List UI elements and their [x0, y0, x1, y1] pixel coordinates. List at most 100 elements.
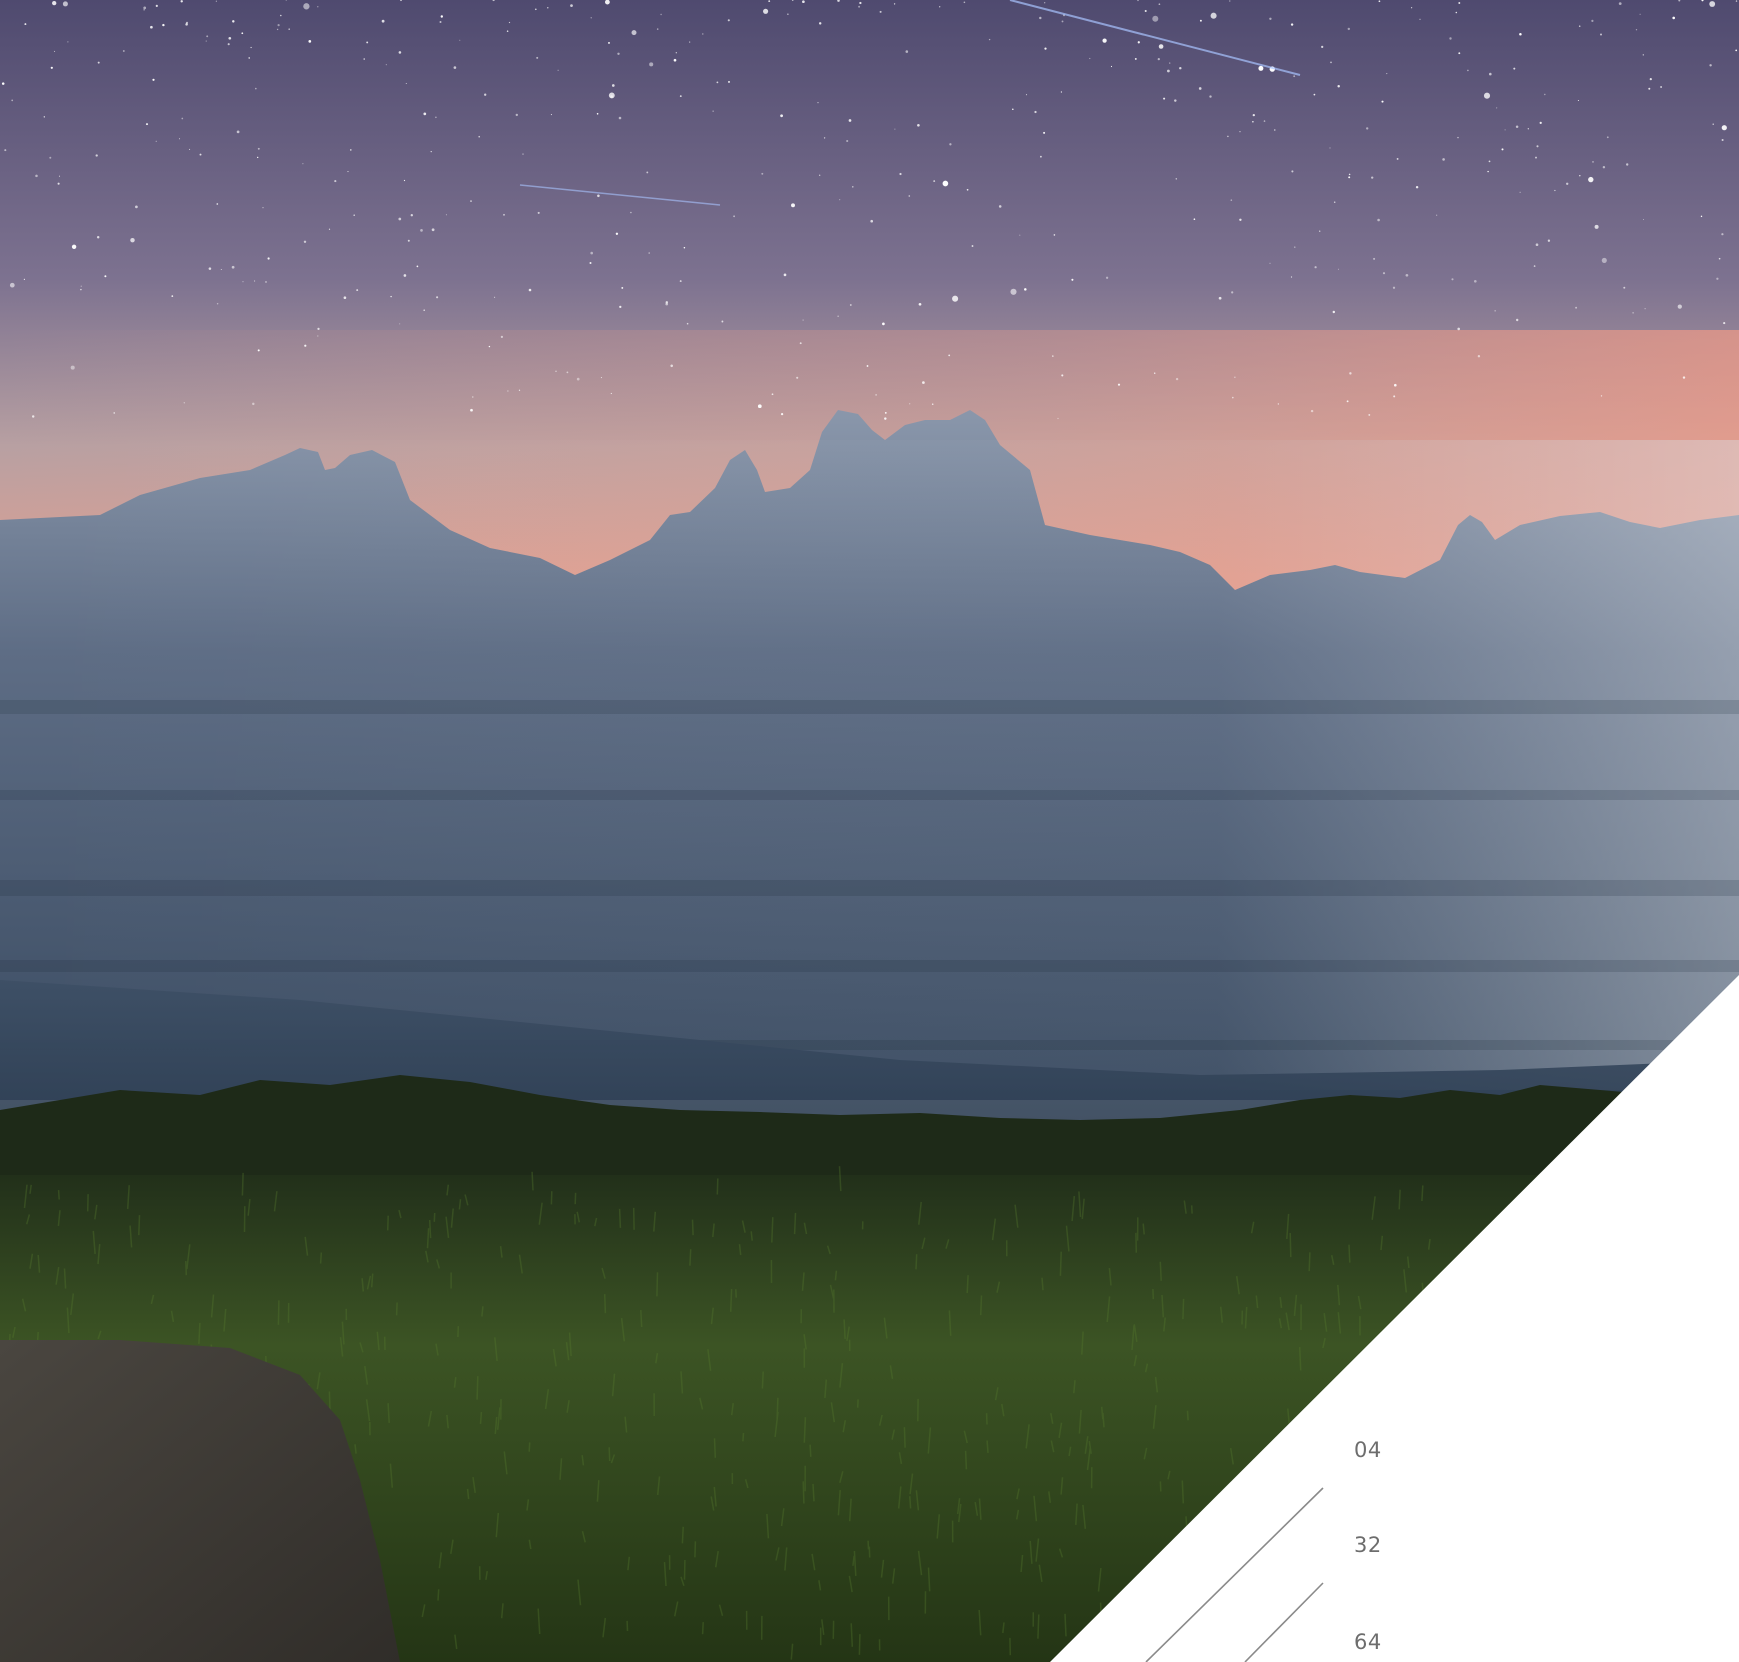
- star: [1455, 11, 1458, 14]
- star: [1010, 288, 1017, 295]
- star: [405, 82, 407, 85]
- star: [431, 228, 435, 232]
- star: [1535, 243, 1539, 247]
- star: [1175, 178, 1178, 180]
- star: [1227, 135, 1229, 138]
- star: [858, 5, 861, 8]
- star: [1504, 129, 1506, 131]
- star: [303, 3, 310, 10]
- star: [440, 15, 443, 18]
- star: [1519, 191, 1521, 193]
- mist-haze: [0, 440, 1739, 1090]
- star: [423, 309, 426, 312]
- grass-blade: [479, 1411, 483, 1424]
- star: [884, 411, 887, 414]
- toc-page-number-2[interactable]: 32: [1354, 1535, 1382, 1556]
- star: [1071, 278, 1074, 281]
- star: [1329, 147, 1331, 149]
- star: [104, 275, 107, 278]
- star: [757, 404, 762, 409]
- toc-page-number-1[interactable]: 04: [1354, 1440, 1382, 1461]
- star: [130, 237, 135, 243]
- star: [1721, 138, 1724, 142]
- star: [783, 273, 787, 277]
- star: [763, 8, 769, 14]
- star: [768, 0, 771, 2]
- star: [1167, 69, 1170, 73]
- star: [1012, 108, 1014, 110]
- star: [180, 0, 183, 3]
- star: [459, 39, 461, 41]
- star: [608, 41, 610, 44]
- star: [1199, 19, 1202, 22]
- grass-blade: [681, 1526, 684, 1544]
- star: [656, 28, 659, 30]
- star: [277, 24, 280, 27]
- star: [679, 280, 682, 283]
- grass-blade: [370, 1273, 374, 1288]
- star: [1626, 163, 1629, 166]
- star: [1232, 396, 1234, 399]
- star: [1371, 176, 1374, 179]
- star: [500, 335, 504, 339]
- grass-blade: [843, 1319, 846, 1339]
- grass-blade: [776, 1397, 779, 1419]
- star: [590, 251, 593, 255]
- star: [1519, 33, 1522, 36]
- star: [1230, 199, 1233, 201]
- star: [445, 214, 447, 216]
- grass-blade: [528, 1442, 531, 1452]
- star: [1105, 276, 1109, 279]
- star: [534, 8, 537, 11]
- toc-page-number-3[interactable]: 64: [1354, 1632, 1382, 1653]
- star: [1229, 0, 1231, 2]
- star: [952, 295, 959, 302]
- star: [619, 305, 622, 309]
- star: [11, 99, 14, 102]
- grass-blade: [986, 1440, 989, 1453]
- grass-blade: [1064, 1613, 1067, 1637]
- star: [328, 228, 331, 230]
- star: [1458, 2, 1461, 4]
- star: [1144, 9, 1147, 13]
- star: [1158, 3, 1161, 6]
- star: [304, 344, 307, 347]
- star: [484, 93, 487, 96]
- star: [702, 33, 704, 35]
- star: [70, 365, 75, 370]
- star: [31, 415, 35, 418]
- star: [113, 412, 115, 414]
- star: [252, 402, 255, 406]
- star: [1393, 395, 1396, 398]
- star: [597, 194, 600, 198]
- star: [1632, 312, 1634, 314]
- star: [1044, 2, 1046, 4]
- star: [1193, 218, 1196, 221]
- star: [122, 50, 125, 52]
- star: [162, 23, 165, 27]
- grass-blade: [656, 1272, 659, 1297]
- star: [303, 240, 307, 244]
- star: [1333, 201, 1336, 203]
- star: [1381, 100, 1384, 103]
- star: [80, 288, 82, 291]
- star: [675, 52, 677, 54]
- star: [621, 286, 624, 289]
- star: [1175, 377, 1179, 381]
- grass-blade: [198, 1322, 201, 1344]
- grass-blade: [694, 1541, 697, 1558]
- grass-blade: [716, 1178, 719, 1195]
- star: [617, 52, 620, 56]
- star: [1735, 49, 1738, 52]
- star: [1152, 15, 1159, 22]
- grass-blade: [1142, 1223, 1145, 1235]
- star: [837, 315, 839, 317]
- star: [52, 0, 57, 6]
- star: [1483, 92, 1491, 99]
- star: [363, 58, 365, 60]
- star: [1716, 277, 1719, 280]
- star: [1592, 161, 1594, 163]
- star: [1044, 47, 1047, 50]
- star: [1513, 67, 1516, 70]
- star: [536, 56, 539, 59]
